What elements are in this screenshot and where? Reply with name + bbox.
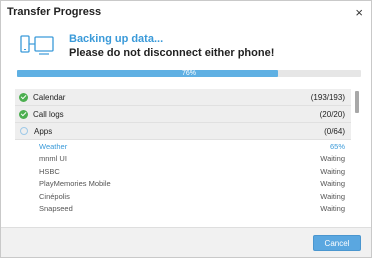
dialog-title: Transfer Progress	[7, 6, 102, 18]
category-name: Call logs	[33, 109, 64, 119]
app-status: Waiting	[320, 166, 345, 176]
app-name: Cinépolis	[39, 191, 70, 201]
category-label: Call logs	[19, 109, 64, 119]
category-row-apps[interactable]: Apps (0/64)	[15, 123, 351, 140]
progress-bar: 76%	[17, 70, 361, 77]
status-header: Backing up data... Please do not disconn…	[17, 31, 357, 61]
list-item: Cinépolis Waiting	[15, 190, 351, 203]
progress-percent-label: 76%	[181, 70, 196, 77]
close-icon[interactable]: ×	[355, 6, 363, 19]
list-item: Weather 65%	[15, 140, 351, 153]
list-item: PlayMemories Mobile Waiting	[15, 178, 351, 191]
list-item: HSBC Waiting	[15, 165, 351, 178]
app-name: Weather	[39, 141, 68, 151]
status-text: Backing up data... Please do not disconn…	[69, 32, 274, 60]
transfer-progress-dialog: Transfer Progress × Backing up data... P…	[0, 0, 372, 258]
category-count: (20/20)	[319, 109, 345, 119]
status-main-text: Backing up data...	[69, 33, 164, 45]
app-status: Waiting	[320, 204, 345, 214]
pending-circle-icon	[20, 127, 28, 135]
list-scrollbar[interactable]	[355, 91, 359, 113]
category-row-calendar[interactable]: Calendar (193/193)	[15, 89, 351, 106]
app-name: mnml UI	[39, 154, 67, 164]
phones-transfer-icon	[20, 35, 54, 55]
category-label: Calendar	[19, 92, 66, 102]
list-item: mnml UI Waiting	[15, 153, 351, 166]
check-icon	[19, 92, 28, 102]
category-name: Apps	[34, 126, 53, 136]
app-status: Waiting	[320, 179, 345, 189]
app-status: Waiting	[320, 191, 345, 201]
app-list: Weather 65% mnml UI Waiting HSBC Waiting…	[15, 140, 351, 215]
app-status: 65%	[329, 141, 345, 151]
category-count: (193/193)	[310, 92, 345, 102]
app-name: PlayMemories Mobile	[39, 179, 111, 189]
status-warning-text: Please do not disconnect either phone!	[69, 47, 275, 59]
app-status: Waiting	[320, 154, 345, 164]
check-icon	[19, 109, 28, 119]
cancel-button[interactable]: Cancel	[313, 235, 361, 251]
app-name: HSBC	[39, 166, 60, 176]
category-count: (0/64)	[324, 126, 345, 136]
transfer-list: Calendar (193/193) Call logs (20/20) App…	[15, 89, 361, 217]
category-label: Apps	[19, 127, 52, 136]
list-item: Snapseed Waiting	[15, 203, 351, 216]
category-name: Calendar	[33, 92, 66, 102]
dialog-footer: Cancel	[1, 227, 371, 257]
title-bar: Transfer Progress ×	[1, 1, 371, 23]
category-row-call-logs[interactable]: Call logs (20/20)	[15, 106, 351, 123]
app-name: Snapseed	[39, 204, 73, 214]
